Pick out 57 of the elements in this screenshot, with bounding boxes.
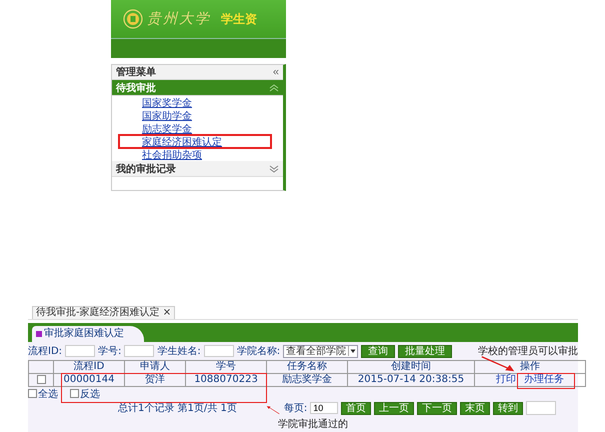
menu-link[interactable]: 家庭经济困难认定	[142, 134, 222, 148]
checkbox-label[interactable]: 反选	[80, 386, 100, 400]
system-title: 学生资	[221, 10, 257, 28]
table-cell: 2015-07-14 20:38:55	[348, 374, 474, 386]
pager-button[interactable]: 转到	[493, 402, 524, 414]
checkbox-label[interactable]: 全选	[38, 386, 58, 400]
menu-group-header[interactable]: 我的审批记录	[112, 161, 283, 177]
checkbox[interactable]	[28, 389, 37, 398]
table-cell: 贺洋	[124, 374, 186, 386]
action-link[interactable]: 办理任务	[524, 374, 564, 385]
filter-label: 学生姓名:	[157, 344, 201, 358]
table-cell: 1088070223	[186, 374, 266, 386]
collapse-button[interactable]: «	[272, 66, 279, 78]
checkbox[interactable]	[70, 389, 79, 398]
filter-label: 流程ID:	[28, 344, 62, 358]
column-header: 创建时间	[348, 360, 474, 374]
highlight-box	[517, 373, 575, 389]
action-link[interactable]: 打印	[496, 374, 516, 385]
table-cell: 励志奖学金	[266, 374, 348, 386]
menu-group-header[interactable]: 待我审批	[112, 80, 283, 96]
university-logo-text: 贵州大学	[147, 10, 211, 28]
per-page-label: 每页:	[284, 402, 308, 415]
input-field[interactable]	[65, 345, 96, 357]
pager-button[interactable]: 首页	[341, 402, 372, 414]
action-button[interactable]: 批量处理	[398, 344, 452, 358]
annotation-arrow	[480, 355, 516, 373]
college-dropdown[interactable]: 查看全部学院	[283, 344, 358, 358]
annotation-text: 学院审批通过的	[278, 418, 348, 431]
menu-link[interactable]: 励志奖学金	[142, 122, 192, 136]
page-field[interactable]	[526, 401, 556, 415]
action-button[interactable]: 查询	[361, 344, 396, 358]
tab[interactable]: 待我审批-家庭经济困难认定 ×	[32, 306, 176, 319]
menu-link[interactable]: 国家助学金	[142, 108, 192, 122]
menu-title: 管理菜单	[116, 66, 156, 79]
filter-label: 学号:	[98, 345, 122, 358]
column-header: 申请人	[124, 360, 186, 374]
pager-button[interactable]: 下一页	[417, 402, 458, 414]
dropdown-arrow-icon[interactable]	[348, 346, 358, 356]
filter-label: 学院名称:	[236, 344, 280, 358]
per-page-field[interactable]: 10	[310, 402, 338, 414]
chevron-up-icon[interactable]	[269, 84, 279, 92]
annotation-text: 学校的管理员可以审批	[478, 344, 578, 358]
input-field[interactable]	[124, 345, 154, 357]
panel-title: 审批家庭困难认定	[32, 326, 144, 342]
column-header: 流程ID	[54, 360, 124, 374]
column-header: 学号	[186, 360, 266, 374]
pager-button[interactable]: 末页	[460, 402, 490, 414]
menu-link[interactable]: 国家奖学金	[142, 96, 192, 110]
pager-button[interactable]: 上一页	[374, 402, 414, 414]
record-summary: 总计1个记录 第1页/共 1页	[118, 402, 237, 415]
column-header: 任务名称	[266, 360, 348, 374]
input-field[interactable]	[204, 345, 234, 357]
emblem-icon	[123, 9, 143, 29]
row-checkbox[interactable]	[36, 374, 46, 384]
menu-link[interactable]: 社会捐助杂项	[142, 148, 202, 162]
table-cell: 00000144	[54, 374, 124, 386]
chevron-down-icon[interactable]	[269, 164, 279, 172]
